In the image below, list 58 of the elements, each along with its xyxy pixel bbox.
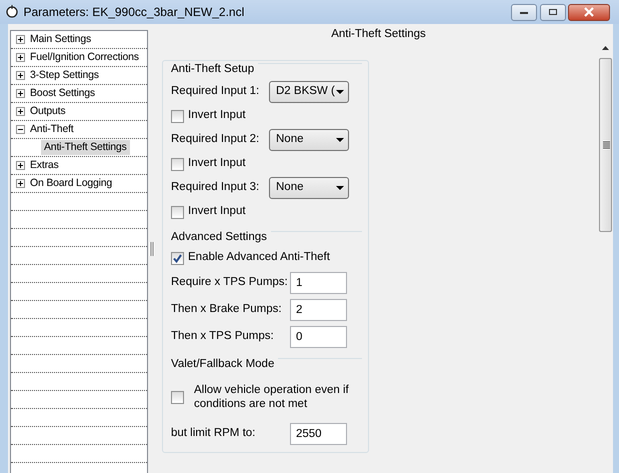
collapse-icon[interactable] [16, 125, 25, 134]
dropdown[interactable]: None [269, 129, 349, 151]
number-field[interactable]: 2550 [290, 422, 347, 444]
tree-item[interactable]: Anti-Theft Settings [41, 140, 130, 156]
caret-icon [336, 138, 344, 142]
field-label: Required Input 3: [171, 180, 260, 196]
checkbox-label: Allow vehicle operation even if conditions are not met [194, 383, 350, 412]
dropdown[interactable]: None [269, 177, 349, 199]
section-title: Advanced Settings [171, 230, 268, 245]
maximize-icon [548, 8, 558, 16]
checkbox[interactable] [171, 110, 184, 122]
checkbox-label: Enable Advanced Anti-Theft [188, 250, 330, 266]
tree-item[interactable]: Main Settings [30, 32, 92, 48]
window-title: Parameters: EK_990cc_3bar_NEW_2.ncl [24, 4, 244, 21]
close-button[interactable] [568, 4, 610, 20]
field-label: Require x TPS Pumps: [171, 274, 288, 290]
expand-icon[interactable] [16, 71, 25, 80]
checkbox[interactable] [171, 252, 184, 264]
maximize-button[interactable] [540, 4, 566, 20]
caret-icon [336, 90, 344, 94]
tree-item[interactable]: Outputs [30, 104, 66, 120]
splitter-grip[interactable] [150, 242, 154, 256]
expand-icon[interactable] [16, 161, 25, 170]
number-field[interactable]: 2 [290, 298, 347, 320]
minimize-icon [518, 9, 529, 16]
minimize-button[interactable] [510, 4, 537, 20]
dropdown[interactable]: D2 BKSW ( [269, 81, 349, 103]
tree-item[interactable]: Extras [30, 158, 59, 174]
checkbox-label: Invert Input [188, 204, 246, 220]
caret-icon [336, 186, 344, 190]
tree-item[interactable]: Anti-Theft [30, 122, 74, 138]
close-icon [583, 7, 596, 18]
checkbox[interactable] [171, 158, 184, 170]
number-field[interactable]: 0 [290, 326, 347, 348]
tree-item[interactable]: On Board Logging [30, 176, 112, 192]
number-field[interactable]: 1 [290, 272, 347, 294]
expand-icon[interactable] [16, 53, 25, 62]
expand-icon[interactable] [16, 107, 25, 116]
section-title: Valet/Fallback Mode [171, 357, 276, 372]
field-label: Required Input 2: [171, 132, 260, 148]
field-label: Required Input 1: [171, 84, 260, 100]
page-heading: Anti-Theft Settings [331, 28, 426, 40]
checkbox[interactable] [171, 390, 184, 404]
checkbox[interactable] [171, 206, 184, 218]
section-title: Anti-Theft Setup [171, 62, 256, 77]
scrollbar-thumb[interactable] [599, 58, 612, 232]
field-label: but limit RPM to: [171, 426, 256, 441]
field-label: Then x Brake Pumps: [171, 302, 282, 317]
tree-item[interactable]: Fuel/Ignition Corrections [30, 50, 139, 66]
checkbox-label: Invert Input [188, 108, 246, 124]
app-icon [6, 5, 18, 19]
expand-icon[interactable] [16, 89, 25, 98]
checkbox-label: Invert Input [188, 156, 246, 172]
field-label: Then x TPS Pumps: [171, 328, 274, 344]
tree-item[interactable]: Boost Settings [30, 86, 95, 102]
expand-icon[interactable] [16, 179, 25, 188]
tree-item[interactable]: 3-Step Settings [30, 68, 99, 84]
expand-icon[interactable] [16, 35, 25, 44]
